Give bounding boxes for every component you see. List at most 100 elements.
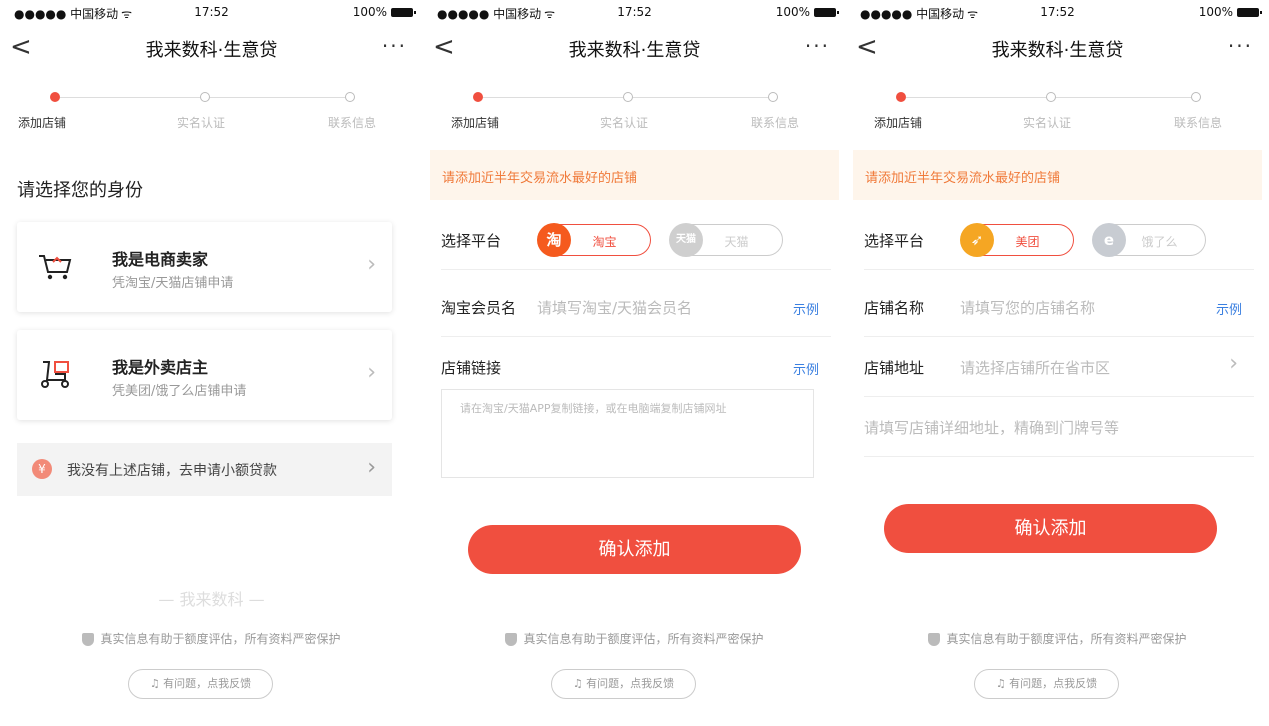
delivery-scooter-icon [41, 361, 69, 388]
battery-percent: 100% [775, 5, 810, 19]
example-link[interactable]: 示例 [793, 299, 819, 318]
platform-option-label: 饿了么 [1141, 235, 1178, 249]
card-title: 我是电商卖家 [112, 250, 209, 269]
platform-row: 选择平台 ➶ 美团 e 饿了么 [864, 210, 1254, 270]
feedback-button[interactable]: ♫ 有问题，点我反馈 [551, 669, 696, 699]
headset-icon: ♫ [572, 677, 587, 690]
shield-icon [505, 633, 518, 646]
security-text: 真实信息有助于额度评估，所有资料严密保护 [946, 632, 1187, 646]
platform-label: 选择平台 [864, 232, 925, 250]
step-dot [200, 92, 210, 102]
step-dot [345, 92, 355, 102]
nav-bar: < 我来数科·生意贷 ··· [846, 28, 1269, 68]
security-note: 真实信息有助于额度评估，所有资料严密保护 [423, 630, 846, 647]
page-title: 我来数科·生意贷 [568, 40, 701, 61]
battery-icon [391, 7, 416, 17]
more-icon[interactable]: ··· [382, 34, 407, 58]
step-line [906, 97, 1046, 98]
step-indicator: 添加店铺 实名认证 联系信息 [846, 90, 1269, 140]
headset-icon: ♫ [995, 677, 1010, 690]
step-label-add-store: 添加店铺 [18, 116, 67, 130]
confirm-add-button[interactable]: 确认添加 [884, 504, 1217, 553]
small-loan-link[interactable]: ¥ 我没有上述店铺，去申请小额贷款 › [17, 443, 392, 496]
more-icon[interactable]: ··· [1228, 34, 1253, 58]
small-loan-text: 我没有上述店铺，去申请小额贷款 [67, 463, 277, 479]
security-text: 真实信息有助于额度评估，所有资料严密保护 [100, 632, 341, 646]
step-dot [768, 92, 778, 102]
store-address-select[interactable]: 请选择店铺所在省市区 [960, 357, 1110, 378]
step-dot [1191, 92, 1201, 102]
store-link-row: 店铺链接 示例 [441, 337, 831, 397]
step-line [483, 97, 623, 98]
status-bar: ●●●●● 中国移动 ᯤ 17:52 100% [846, 0, 1269, 24]
takeout-owner-card[interactable]: 我是外卖店主 凭美团/饿了么店铺申请 › [17, 330, 392, 420]
feedback-label: 有问题，点我反馈 [586, 677, 675, 690]
step-dot-active [473, 92, 483, 102]
shopping-cart-icon [39, 255, 72, 280]
shield-icon [82, 633, 95, 646]
screen-add-taobao: ●●●●● 中国移动 ᯤ 17:52 100% < 我来数科·生意贷 ··· 添… [423, 0, 846, 726]
step-label-add-store: 添加店铺 [874, 116, 923, 130]
page-title: 我来数科·生意贷 [991, 40, 1124, 61]
step-indicator: 添加店铺 实名认证 联系信息 [0, 90, 423, 140]
ecommerce-seller-card[interactable]: 我是电商卖家 凭淘宝/天猫店铺申请 › [17, 222, 392, 312]
chevron-right-icon: › [367, 360, 376, 385]
step-dot-active [50, 92, 60, 102]
notice-banner: 请添加近半年交易流水最好的店铺 [853, 150, 1262, 200]
step-label-verify: 实名认证 [600, 116, 649, 130]
member-name-row: 淘宝会员名 请填写淘宝/天猫会员名 示例 [441, 277, 831, 337]
headset-icon: ♫ [149, 677, 164, 690]
battery-icon [1237, 7, 1262, 17]
platform-option-label: 天猫 [724, 235, 749, 249]
example-link[interactable]: 示例 [793, 359, 819, 378]
confirm-add-button[interactable]: 确认添加 [468, 525, 801, 574]
step-dot [623, 92, 633, 102]
step-label-verify: 实名认证 [1023, 116, 1072, 130]
step-dot [1046, 92, 1056, 102]
platform-tmall-option[interactable]: 天猫 天猫 [669, 223, 783, 257]
detail-address-input[interactable]: 请填写店铺详细地址，精确到门牌号等 [864, 417, 1119, 438]
step-label-contact: 联系信息 [751, 116, 800, 130]
battery-percent: 100% [1198, 5, 1233, 19]
step-label-add-store: 添加店铺 [451, 116, 500, 130]
feedback-label: 有问题，点我反馈 [1009, 677, 1098, 690]
card-title: 我是外卖店主 [112, 358, 209, 377]
notice-banner: 请添加近半年交易流水最好的店铺 [430, 150, 839, 200]
security-note: 真实信息有助于额度评估，所有资料严密保护 [0, 630, 423, 647]
battery-icon [814, 7, 839, 17]
example-link[interactable]: 示例 [1216, 299, 1242, 318]
chevron-right-icon: › [367, 252, 376, 277]
yen-icon: ¥ [32, 459, 52, 479]
card-subtitle: 凭美团/饿了么店铺申请 [112, 384, 247, 399]
platform-option-label: 美团 [1015, 235, 1040, 249]
chevron-right-icon: › [367, 455, 376, 480]
platform-option-label: 淘宝 [592, 235, 617, 249]
step-label-verify: 实名认证 [177, 116, 226, 130]
step-line [633, 97, 768, 98]
store-link-textarea[interactable]: 请在淘宝/天猫APP复制链接，或在电脑端复制店铺网址 [441, 389, 814, 478]
more-icon[interactable]: ··· [805, 34, 830, 58]
brand-watermark: — 我来数科 — [0, 586, 423, 610]
member-name-input[interactable]: 请填写淘宝/天猫会员名 [537, 297, 692, 318]
platform-eleme-option[interactable]: e 饿了么 [1092, 223, 1206, 257]
feedback-button[interactable]: ♫ 有问题，点我反馈 [974, 669, 1119, 699]
battery-percent: 100% [352, 5, 387, 19]
detail-address-row: 请填写店铺详细地址，精确到门牌号等 [864, 397, 1254, 457]
identity-heading: 请选择您的身份 [17, 180, 143, 201]
store-name-input[interactable]: 请填写您的店铺名称 [960, 297, 1095, 318]
screens: ●●●●● 中国移动 ᯤ 17:52 100% < 我来数科·生意贷 ··· 添… [0, 0, 1269, 726]
feedback-button[interactable]: ♫ 有问题，点我反馈 [128, 669, 273, 699]
store-address-label: 店铺地址 [864, 359, 925, 377]
step-indicator: 添加店铺 实名认证 联系信息 [423, 90, 846, 140]
brand-text: — 我来数科 — [158, 590, 265, 609]
store-link-label: 店铺链接 [441, 359, 502, 377]
platform-taobao-option[interactable]: 淘 淘宝 [537, 223, 651, 257]
security-text: 真实信息有助于额度评估，所有资料严密保护 [523, 632, 764, 646]
status-right: 100% [1198, 5, 1262, 19]
step-line [1056, 97, 1191, 98]
store-address-row[interactable]: 店铺地址 请选择店铺所在省市区 › [864, 337, 1254, 397]
card-subtitle: 凭淘宝/天猫店铺申请 [112, 276, 234, 291]
shield-icon [928, 633, 941, 646]
platform-meituan-option[interactable]: ➶ 美团 [960, 223, 1074, 257]
nav-bar: < 我来数科·生意贷 ··· [423, 28, 846, 68]
